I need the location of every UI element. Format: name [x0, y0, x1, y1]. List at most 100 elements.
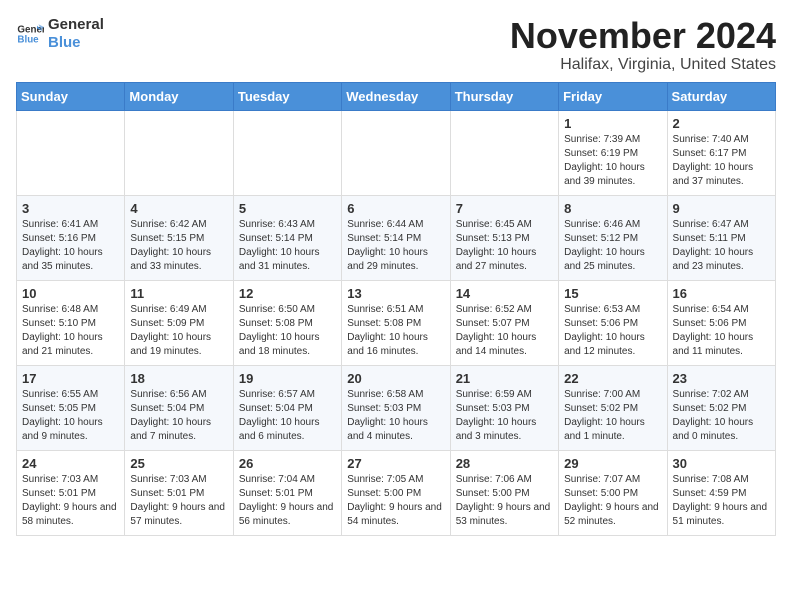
day-number: 2 [673, 116, 770, 131]
calendar-cell: 20Sunrise: 6:58 AM Sunset: 5:03 PM Dayli… [342, 365, 450, 450]
calendar-cell: 10 Sunrise: 6:48 AM Sunset: 5:10 PM Dayli… [17, 280, 125, 365]
week-row-4: 17 Sunrise: 6:55 AM Sunset: 5:05 PM Dayli… [17, 365, 776, 450]
day-number: 10 [22, 286, 119, 301]
day-info: Sunrise: 6:49 AM Sunset: 5:09 PM Dayligh… [130, 303, 227, 359]
day-number: 7 [456, 201, 553, 216]
day-info: Sunrise: 7:00 AM Sunset: 5:02 PM Dayligh… [564, 388, 661, 444]
day-info: Sunrise: 6:58 AM Sunset: 5:03 PM Dayligh… [347, 388, 444, 444]
day-info: Sunrise: 7:03 AM Sunset: 5:01 PM Dayligh… [130, 473, 227, 529]
day-number: 25 [130, 456, 227, 471]
calendar-cell [17, 110, 125, 195]
month-title: November 2024 [510, 16, 776, 56]
day-info: Sunrise: 7:05 AM Sunset: 5:00 PM Dayligh… [347, 473, 444, 529]
day-info: Sunrise: 7:40 AM Sunset: 6:17 PM Dayligh… [673, 133, 770, 189]
calendar-cell: 29 Sunrise: 7:07 AM Sunset: 5:00 PM Dayli… [559, 450, 667, 535]
calendar-cell: 24Sunrise: 7:03 AM Sunset: 5:01 PM Dayli… [17, 450, 125, 535]
day-number: 17 [22, 371, 119, 386]
day-number: 29 [564, 456, 661, 471]
calendar-cell: 7Sunrise: 6:45 AM Sunset: 5:13 PM Daylig… [450, 195, 558, 280]
day-number: 5 [239, 201, 336, 216]
day-number: 16 [673, 286, 770, 301]
calendar-cell [233, 110, 341, 195]
day-number: 27 [347, 456, 444, 471]
day-number: 21 [456, 371, 553, 386]
day-info: Sunrise: 7:03 AM Sunset: 5:01 PM Dayligh… [22, 473, 119, 529]
day-info: Sunrise: 6:48 AM Sunset: 5:10 PM Dayligh… [22, 303, 119, 359]
calendar-cell: 1 Sunrise: 7:39 AM Sunset: 6:19 PM Daylig… [559, 110, 667, 195]
day-info: Sunrise: 6:57 AM Sunset: 5:04 PM Dayligh… [239, 388, 336, 444]
day-info: Sunrise: 6:43 AM Sunset: 5:14 PM Dayligh… [239, 218, 336, 274]
day-info: Sunrise: 7:39 AM Sunset: 6:19 PM Dayligh… [564, 133, 661, 189]
day-number: 11 [130, 286, 227, 301]
day-info: Sunrise: 7:04 AM Sunset: 5:01 PM Dayligh… [239, 473, 336, 529]
day-number: 6 [347, 201, 444, 216]
day-number: 26 [239, 456, 336, 471]
weekday-header-wednesday: Wednesday [342, 82, 450, 110]
week-row-2: 3Sunrise: 6:41 AM Sunset: 5:16 PM Daylig… [17, 195, 776, 280]
weekday-header-friday: Friday [559, 82, 667, 110]
calendar-cell: 28Sunrise: 7:06 AM Sunset: 5:00 PM Dayli… [450, 450, 558, 535]
day-info: Sunrise: 6:56 AM Sunset: 5:04 PM Dayligh… [130, 388, 227, 444]
day-number: 13 [347, 286, 444, 301]
day-info: Sunrise: 7:07 AM Sunset: 5:00 PM Dayligh… [564, 473, 661, 529]
calendar-cell: 5 Sunrise: 6:43 AM Sunset: 5:14 PM Daylig… [233, 195, 341, 280]
calendar-cell: 14 Sunrise: 6:52 AM Sunset: 5:07 PM Dayli… [450, 280, 558, 365]
day-info: Sunrise: 6:55 AM Sunset: 5:05 PM Dayligh… [22, 388, 119, 444]
day-number: 23 [673, 371, 770, 386]
calendar-cell: 25 Sunrise: 7:03 AM Sunset: 5:01 PM Dayli… [125, 450, 233, 535]
logo: General Blue General Blue [16, 16, 104, 52]
day-number: 30 [673, 456, 770, 471]
calendar-cell: 27 Sunrise: 7:05 AM Sunset: 5:00 PM Dayli… [342, 450, 450, 535]
calendar-cell [125, 110, 233, 195]
day-number: 22 [564, 371, 661, 386]
page-header: General Blue General Blue November 2024 … [16, 16, 776, 74]
calendar-cell: 4 Sunrise: 6:42 AM Sunset: 5:15 PM Daylig… [125, 195, 233, 280]
day-info: Sunrise: 6:53 AM Sunset: 5:06 PM Dayligh… [564, 303, 661, 359]
week-row-3: 10 Sunrise: 6:48 AM Sunset: 5:10 PM Dayli… [17, 280, 776, 365]
week-row-5: 24Sunrise: 7:03 AM Sunset: 5:01 PM Dayli… [17, 450, 776, 535]
calendar-cell [450, 110, 558, 195]
calendar-cell: 15 Sunrise: 6:53 AM Sunset: 5:06 PM Dayli… [559, 280, 667, 365]
calendar-cell: 18Sunrise: 6:56 AM Sunset: 5:04 PM Dayli… [125, 365, 233, 450]
day-number: 1 [564, 116, 661, 131]
calendar-table: SundayMondayTuesdayWednesdayThursdayFrid… [16, 82, 776, 536]
day-info: Sunrise: 6:51 AM Sunset: 5:08 PM Dayligh… [347, 303, 444, 359]
calendar-cell [342, 110, 450, 195]
calendar-cell: 12 Sunrise: 6:50 AM Sunset: 5:08 PM Dayli… [233, 280, 341, 365]
logo-blue: Blue [48, 34, 104, 52]
day-number: 14 [456, 286, 553, 301]
calendar-cell: 21Sunrise: 6:59 AM Sunset: 5:03 PM Dayli… [450, 365, 558, 450]
weekday-header-row: SundayMondayTuesdayWednesdayThursdayFrid… [17, 82, 776, 110]
day-info: Sunrise: 6:44 AM Sunset: 5:14 PM Dayligh… [347, 218, 444, 274]
day-number: 3 [22, 201, 119, 216]
calendar-cell: 23 Sunrise: 7:02 AM Sunset: 5:02 PM Dayli… [667, 365, 775, 450]
calendar-cell: 8 Sunrise: 6:46 AM Sunset: 5:12 PM Daylig… [559, 195, 667, 280]
logo-icon: General Blue [16, 20, 44, 48]
calendar-cell: 19Sunrise: 6:57 AM Sunset: 5:04 PM Dayli… [233, 365, 341, 450]
weekday-header-saturday: Saturday [667, 82, 775, 110]
calendar-body: 1 Sunrise: 7:39 AM Sunset: 6:19 PM Daylig… [17, 110, 776, 535]
calendar-cell: 17 Sunrise: 6:55 AM Sunset: 5:05 PM Dayli… [17, 365, 125, 450]
calendar-cell: 13 Sunrise: 6:51 AM Sunset: 5:08 PM Dayli… [342, 280, 450, 365]
day-info: Sunrise: 7:08 AM Sunset: 4:59 PM Dayligh… [673, 473, 770, 529]
day-number: 9 [673, 201, 770, 216]
calendar-cell: 22 Sunrise: 7:00 AM Sunset: 5:02 PM Dayli… [559, 365, 667, 450]
day-info: Sunrise: 6:52 AM Sunset: 5:07 PM Dayligh… [456, 303, 553, 359]
week-row-1: 1 Sunrise: 7:39 AM Sunset: 6:19 PM Daylig… [17, 110, 776, 195]
calendar-cell: 26 Sunrise: 7:04 AM Sunset: 5:01 PM Dayli… [233, 450, 341, 535]
day-number: 8 [564, 201, 661, 216]
day-info: Sunrise: 6:50 AM Sunset: 5:08 PM Dayligh… [239, 303, 336, 359]
calendar-cell: 3Sunrise: 6:41 AM Sunset: 5:16 PM Daylig… [17, 195, 125, 280]
day-info: Sunrise: 6:42 AM Sunset: 5:15 PM Dayligh… [130, 218, 227, 274]
day-info: Sunrise: 7:02 AM Sunset: 5:02 PM Dayligh… [673, 388, 770, 444]
day-info: Sunrise: 6:46 AM Sunset: 5:12 PM Dayligh… [564, 218, 661, 274]
calendar-cell: 9Sunrise: 6:47 AM Sunset: 5:11 PM Daylig… [667, 195, 775, 280]
day-number: 28 [456, 456, 553, 471]
weekday-header-tuesday: Tuesday [233, 82, 341, 110]
location-title: Halifax, Virginia, United States [510, 56, 776, 74]
weekday-header-sunday: Sunday [17, 82, 125, 110]
day-number: 12 [239, 286, 336, 301]
day-number: 15 [564, 286, 661, 301]
day-number: 4 [130, 201, 227, 216]
calendar-cell: 30 Sunrise: 7:08 AM Sunset: 4:59 PM Dayli… [667, 450, 775, 535]
